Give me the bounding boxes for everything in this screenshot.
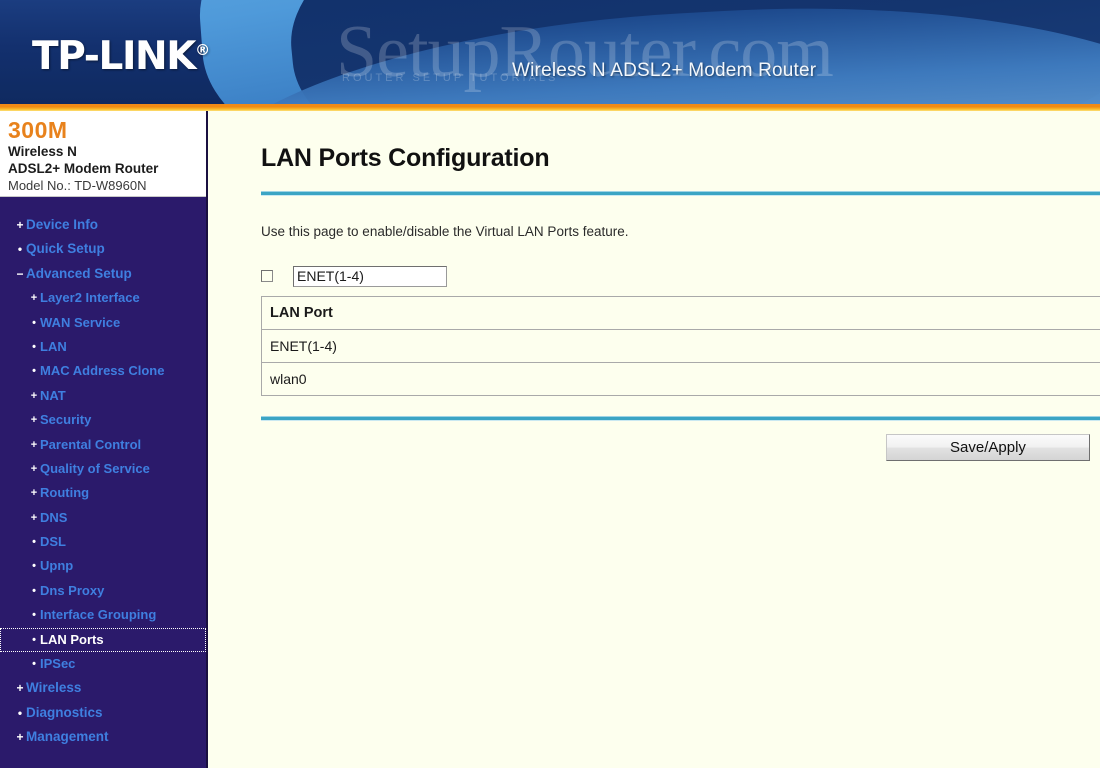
expand-icon: +	[30, 487, 38, 500]
sidebar-item-dsl[interactable]: • DSL	[0, 530, 206, 554]
tp-link-logo: TP-LINK®	[32, 34, 210, 79]
sidebar-item-nat[interactable]: + NAT	[0, 384, 206, 408]
header-divider	[0, 104, 1100, 111]
action-row: Save/Apply	[208, 434, 1100, 461]
expand-icon: +	[30, 511, 38, 524]
device-line1: Wireless N	[8, 144, 77, 159]
sidebar-item-lan-ports[interactable]: • LAN Ports	[0, 627, 206, 653]
sidebar-item-routing[interactable]: + Routing	[0, 481, 206, 505]
sidebar-item-label: Routing	[40, 485, 90, 501]
bullet-icon: •	[32, 584, 36, 597]
brand-text: TP-LINK	[32, 34, 197, 79]
sidebar-item-management[interactable]: + Management	[0, 725, 206, 749]
sidebar-item-ipsec[interactable]: • IPSec	[0, 652, 206, 676]
sidebar-item-label: LAN Ports	[40, 631, 104, 647]
sidebar-item-wireless[interactable]: + Wireless	[0, 676, 206, 700]
lan-port-table: LAN Port ENET(1-4) wlan0	[261, 296, 1100, 396]
bullet-icon: •	[32, 316, 36, 329]
expand-icon: +	[30, 462, 38, 475]
page-title: LAN Ports Configuration	[261, 144, 550, 172]
enable-lan-port-checkbox[interactable]	[261, 270, 273, 282]
lan-port-name-input[interactable]	[293, 265, 447, 287]
sidebar-item-label: DNS	[40, 509, 68, 525]
expand-icon: +	[30, 292, 38, 305]
table-row: ENET(1-4)	[261, 329, 1100, 363]
expand-icon: +	[16, 730, 24, 745]
sidebar-item-label: Management	[26, 729, 109, 745]
sidebar-item-security[interactable]: + Security	[0, 408, 206, 432]
sidebar-item-label: IPSec	[40, 656, 76, 672]
footer-rule	[261, 416, 1100, 421]
bullet-icon: •	[32, 609, 36, 622]
table-row: wlan0	[261, 362, 1100, 396]
device-model: Model No.: TD-W8960N	[8, 178, 147, 193]
sidebar-item-label: Diagnostics	[26, 704, 103, 720]
sidebar-item-label: Interface Grouping	[40, 607, 157, 623]
sidebar-item-label: LAN	[40, 338, 67, 354]
sidebar-item-label: Quality of Service	[40, 460, 150, 476]
sidebar-item-label: Layer2 Interface	[40, 290, 140, 306]
sidebar-item-parental-control[interactable]: + Parental Control	[0, 433, 206, 457]
page-description: Use this page to enable/disable the Virt…	[261, 224, 629, 239]
sidebar-item-mac-address-clone[interactable]: • MAC Address Clone	[0, 359, 206, 383]
sidebar-item-label: Wireless	[26, 680, 82, 696]
sidebar-item-quick-setup[interactable]: • Quick Setup	[0, 237, 206, 261]
sidebar-device-info: 300M Wireless N ADSL2+ Modem Router Mode…	[0, 111, 206, 197]
sidebar-item-layer2-interface[interactable]: + Layer2 Interface	[0, 286, 206, 310]
bullet-icon: •	[32, 633, 36, 646]
table-cell: ENET(1-4)	[261, 329, 1100, 363]
expand-icon: +	[16, 218, 24, 232]
sidebar-item-label: WAN Service	[40, 314, 121, 330]
sidebar-item-label: Dns Proxy	[40, 582, 105, 598]
device-speed: 300M	[8, 117, 68, 143]
lan-port-table-body: ENET(1-4) wlan0	[261, 329, 1100, 396]
sidebar-item-label: DSL	[40, 534, 66, 550]
sidebar-item-dns-proxy[interactable]: • Dns Proxy	[0, 579, 206, 603]
sidebar-item-wan-service[interactable]: • WAN Service	[0, 311, 206, 335]
device-line2: ADSL2+ Modem Router	[8, 161, 159, 176]
sidebar-item-label: Security	[40, 412, 92, 428]
sidebar-item-lan[interactable]: • LAN	[0, 335, 206, 359]
bullet-icon: •	[32, 340, 36, 353]
bullet-icon: •	[17, 705, 23, 720]
bullet-icon: •	[32, 536, 36, 549]
sidebar-item-label: Device Info	[26, 217, 99, 232]
sidebar: 300M Wireless N ADSL2+ Modem Router Mode…	[0, 111, 208, 768]
sidebar-item-label: Upnp	[40, 558, 74, 574]
expand-icon: +	[30, 389, 38, 402]
table-cell: wlan0	[261, 362, 1100, 396]
sidebar-menu: + Device Info • Quick Setup − Advanced Setup +…	[0, 197, 206, 750]
sidebar-item-upnp[interactable]: • Upnp	[0, 554, 206, 578]
sidebar-item-advanced-setup[interactable]: − Advanced Setup	[0, 262, 206, 286]
sidebar-item-label: MAC Address Clone	[40, 363, 165, 379]
bullet-icon: •	[32, 365, 36, 378]
sidebar-item-label: Parental Control	[40, 436, 142, 452]
sidebar-item-quality-of-service[interactable]: + Quality of Service	[0, 457, 206, 481]
bullet-icon: •	[32, 560, 36, 573]
expand-icon: +	[16, 681, 24, 696]
save-apply-button[interactable]: Save/Apply	[886, 434, 1090, 461]
expand-icon: +	[30, 414, 38, 427]
registered-mark-icon: ®	[195, 41, 211, 59]
sidebar-item-label: Quick Setup	[26, 241, 105, 257]
sidebar-item-diagnostics[interactable]: • Diagnostics	[0, 701, 206, 725]
router-admin-page: TP-LINK® Wireless N ADSL2+ Modem Router …	[0, 0, 1100, 768]
bullet-icon: •	[17, 242, 23, 257]
bullet-icon: •	[32, 658, 36, 671]
sidebar-item-label: Advanced Setup	[26, 265, 132, 281]
collapse-icon: −	[16, 266, 24, 281]
title-rule	[261, 191, 1100, 196]
sidebar-item-interface-grouping[interactable]: • Interface Grouping	[0, 603, 206, 627]
sidebar-item-device-info[interactable]: + Device Info	[0, 213, 206, 237]
table-column-header: LAN Port	[261, 296, 1100, 330]
expand-icon: +	[30, 438, 38, 451]
main-content: LAN Ports Configuration Use this page to…	[208, 111, 1100, 768]
sidebar-item-dns[interactable]: + DNS	[0, 506, 206, 530]
page-header: TP-LINK® Wireless N ADSL2+ Modem Router	[0, 0, 1100, 104]
lan-port-enable-row	[261, 265, 1100, 287]
header-tagline: Wireless N ADSL2+ Modem Router	[512, 60, 817, 81]
table-header-row: LAN Port	[261, 296, 1100, 330]
sidebar-item-label: NAT	[40, 387, 66, 403]
lan-port-table-head: LAN Port	[261, 296, 1100, 330]
